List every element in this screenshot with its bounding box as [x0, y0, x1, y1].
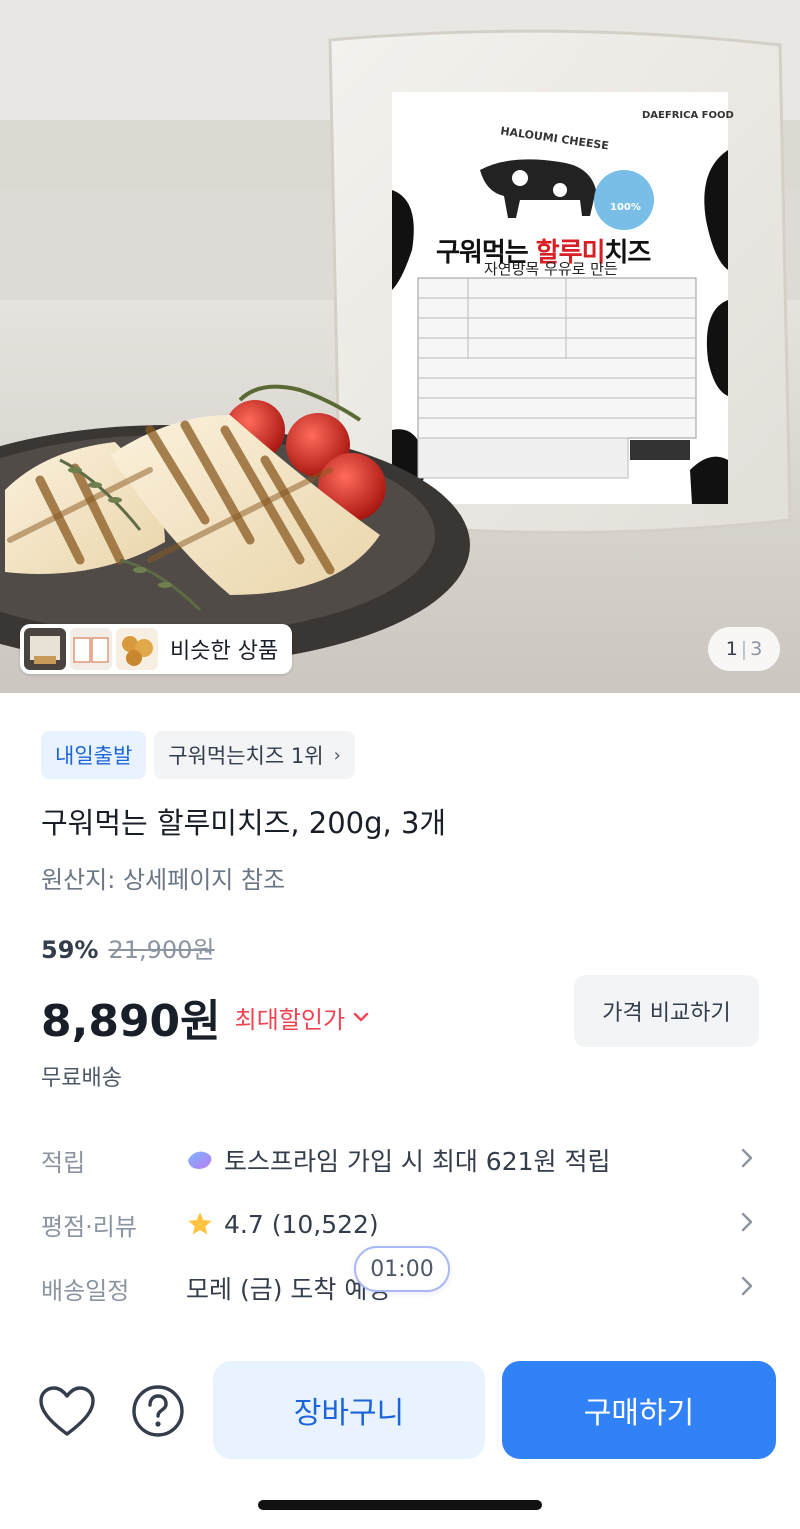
max-discount-toggle[interactable]: 최대할인가: [235, 1000, 369, 1035]
package-subtitle: 자연방목 우유로 만든: [484, 260, 618, 278]
chevron-right-icon: [740, 1146, 754, 1174]
ranking-tag[interactable]: 구워먹는치즈 1위 ›: [154, 731, 355, 779]
price-compare-button[interactable]: 가격 비교하기: [574, 975, 759, 1047]
package-badge: 100%: [610, 202, 641, 213]
similar-thumb-2: [70, 628, 112, 670]
page-current: 1: [725, 638, 738, 660]
heart-icon: [39, 1386, 95, 1436]
delivery-label: 배송일정: [41, 1276, 130, 1305]
inquiry-button[interactable]: [130, 1383, 186, 1439]
points-text: 토스프라임 가입 시 최대 621원 적립: [224, 1147, 611, 1176]
tomorrow-ship-tag: 내일출발: [41, 731, 147, 779]
chevron-right-icon: [740, 1210, 754, 1238]
toss-prime-icon: [188, 1151, 212, 1169]
package-label: DAEFRICA FOOD HALOUMI CHEESE 100% 구워먹는 할…: [392, 92, 734, 504]
chevron-right-icon: [740, 1274, 754, 1302]
product-tags: 내일출발 구워먹는치즈 1위 ›: [41, 731, 355, 779]
price-row: 8,890원 최대할인가: [41, 985, 369, 1049]
similar-products-label: 비슷한 상품: [170, 639, 279, 664]
rating-value: 4.7 (10,522): [186, 1210, 379, 1239]
home-indicator: [258, 1500, 542, 1510]
package-arc-text: HALOUMI CHEESE: [499, 124, 610, 153]
timer-badge: 01:00: [354, 1246, 450, 1292]
discount-rate: 59%: [41, 936, 99, 964]
similar-products-button[interactable]: 비슷한 상품: [20, 624, 293, 674]
image-page-counter: 1 | 3: [708, 627, 780, 671]
page-total: 3: [750, 638, 763, 660]
points-label: 적립: [41, 1148, 86, 1177]
rating-row[interactable]: 평점·리뷰 4.7 (10,522): [41, 1204, 760, 1244]
similar-thumb-3: [116, 628, 158, 670]
points-row[interactable]: 적립 토스프라임 가입 시 최대 621원 적립: [41, 1140, 760, 1180]
product-origin: 원산지: 상세페이지 참조: [41, 866, 286, 894]
question-icon: [132, 1385, 184, 1437]
similar-thumb-1: [24, 628, 66, 670]
package-brand: DAEFRICA FOOD: [642, 110, 734, 121]
chevron-right-icon: ›: [333, 744, 341, 766]
product-image-carousel[interactable]: DAEFRICA FOOD HALOUMI CHEESE 100% 구워먹는 할…: [0, 0, 800, 693]
original-price: 21,900원: [108, 936, 215, 964]
points-value: 토스프라임 가입 시 최대 621원 적립: [186, 1142, 610, 1178]
chevron-down-icon: [353, 1012, 369, 1022]
rating-text: 4.7 (10,522): [224, 1209, 379, 1239]
buy-now-button[interactable]: 구매하기: [502, 1361, 776, 1459]
product-title: 구워먹는 할루미치즈, 200g, 3개: [41, 806, 447, 840]
page-separator: |: [740, 638, 748, 660]
rating-label: 평점·리뷰: [41, 1212, 137, 1241]
wishlist-button[interactable]: [38, 1386, 96, 1438]
ranking-tag-label: 구워먹는치즈 1위: [168, 744, 324, 768]
discount-row: 59% 21,900원: [41, 930, 215, 965]
add-to-cart-button[interactable]: 장바구니: [213, 1361, 485, 1459]
sale-price: 8,890원: [41, 996, 221, 1047]
max-discount-label: 최대할인가: [234, 1005, 346, 1034]
free-shipping-label: 무료배송: [41, 1066, 122, 1091]
star-icon: [188, 1212, 212, 1235]
